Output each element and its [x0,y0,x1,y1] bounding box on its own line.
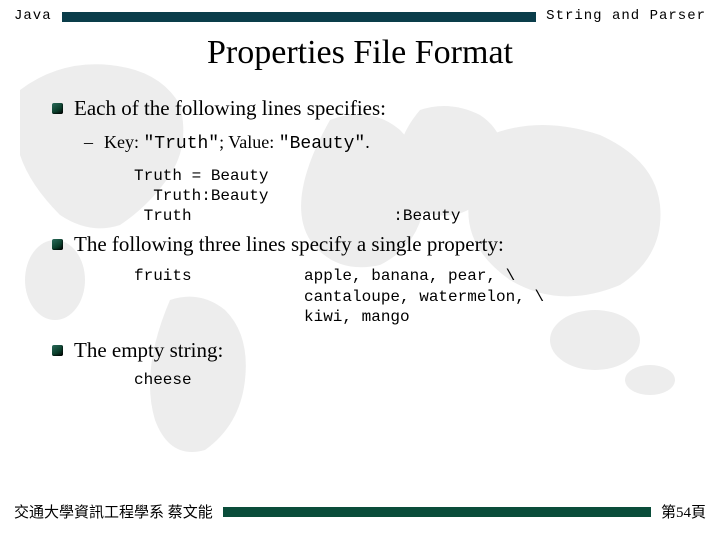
header: Java String and Parser [0,0,720,24]
footer-right-text: 第54頁 [661,501,706,522]
bullet-3: The empty string: cheese [74,336,690,389]
page-title: Properties File Format [0,34,720,72]
footer-bar [223,507,651,517]
bullet-2-text: The following three lines specify a sing… [74,232,504,256]
code-block-2: fruits apple, banana, pear, \ cantaloupe… [134,266,690,328]
sub-key-label: Key: [104,132,144,152]
header-bar [62,12,537,22]
footer: 交通大學資訊工程學系 蔡文能 第54頁 [14,501,706,522]
bullet-3-text: The empty string: [74,338,223,362]
code-block-3: cheese [134,370,690,390]
bullet-1: Each of the following lines specifies: K… [74,94,690,226]
bullet-list: Each of the following lines specifies: K… [0,94,720,390]
header-right-label: String and Parser [546,8,706,24]
sub-end: . [365,132,370,152]
code2-left: fruits [134,266,304,328]
sub-key-value: "Truth" [144,134,220,154]
code2-right: apple, banana, pear, \ cantaloupe, water… [304,266,544,328]
header-left-label: Java [14,8,52,24]
bullet-2: The following three lines specify a sing… [74,230,690,328]
bullet-1-text: Each of the following lines specifies: [74,96,386,120]
code-block-1: Truth = Beauty Truth:Beauty Truth :Beaut… [134,166,690,226]
sub-mid: ; Value: [219,132,279,152]
footer-left-text: 交通大學資訊工程學系 蔡文能 [14,501,213,522]
sub-val-value: "Beauty" [279,134,365,154]
bullet-1-sub: Key: "Truth"; Value: "Beauty". [104,129,690,158]
